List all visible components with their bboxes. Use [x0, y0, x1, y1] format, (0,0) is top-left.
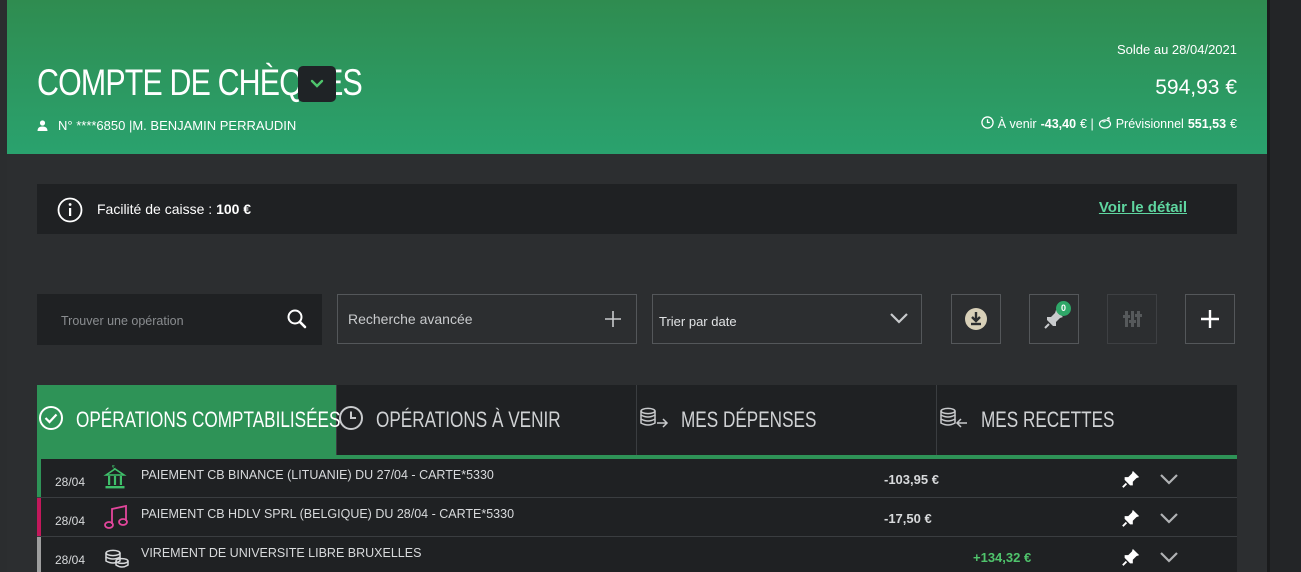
chevron-down-icon[interactable] [1159, 472, 1179, 490]
sort-select[interactable]: Trier par date [652, 294, 922, 344]
operation-date: 28/04 [55, 553, 86, 567]
overdraft-text: Facilité de caisse : 100 € [97, 201, 251, 217]
check-circle-icon [38, 405, 64, 436]
operation-date: 28/04 [55, 514, 86, 528]
operation-amount: -103,95 € [884, 472, 939, 487]
tab-label: OPÉRATIONS À VENIR [375, 407, 561, 432]
clock-icon [980, 116, 994, 132]
account-number: N° ****6850 |M. BENJAMIN PERRAUDIN [58, 118, 297, 133]
overdraft-value: 100 € [216, 201, 252, 217]
tab-mes-recettes[interactable]: MES RECETTES [937, 385, 1237, 455]
filters-button[interactable] [1107, 294, 1157, 344]
pin-icon[interactable] [1121, 547, 1141, 572]
scrollbar[interactable] [1267, 0, 1301, 572]
coins-icon [103, 543, 131, 572]
category-edge [37, 498, 41, 536]
previsionnel-currency: € [1230, 117, 1237, 131]
operation-label: PAIEMENT CB BINANCE (LITUANIE) DU 27/04 … [141, 468, 494, 482]
clock-icon [338, 405, 364, 436]
balance-amount: 594,93 € [1155, 76, 1237, 99]
see-detail-link[interactable]: Voir le détail [1099, 199, 1187, 216]
category-edge [37, 459, 41, 497]
a-venir-value: -43,40 [1040, 117, 1077, 131]
operations-tabs: OPÉRATIONS COMPTABILISÉES OPÉRATIONS À V… [37, 385, 1237, 459]
search-placeholder: Trouver une opération [61, 314, 184, 328]
operation-amount: +134,32 € [973, 550, 1032, 565]
category-edge [37, 537, 41, 572]
tab-operations-a-venir[interactable]: OPÉRATIONS À VENIR [337, 385, 637, 455]
sliders-icon [1123, 311, 1142, 327]
pin-count-badge: 0 [1056, 301, 1071, 316]
add-operation-button[interactable] [1185, 294, 1235, 344]
svg-text:€: € [112, 465, 116, 471]
chevron-down-icon [889, 311, 909, 330]
balance-forecast: À venir -43,40 € | Prévisionnel 551,53 € [980, 115, 1237, 132]
operation-amount: -17,50 € [884, 511, 932, 526]
operation-label: PAIEMENT CB HDLV SPRL (BELGIQUE) DU 28/0… [141, 507, 515, 521]
operation-row[interactable]: 28/04 € PAIEMENT CB BINANCE (LITUANIE) D… [37, 459, 1237, 498]
coins-in-icon [937, 405, 969, 436]
operations-list: 28/04 € PAIEMENT CB BINANCE (LITUANIE) D… [37, 459, 1237, 572]
pin-icon[interactable] [1121, 508, 1141, 533]
a-venir-label: À venir [997, 117, 1037, 131]
info-icon [57, 197, 83, 228]
chevron-down-icon[interactable] [1159, 550, 1179, 568]
previsionnel-value: 551,53 [1187, 117, 1227, 131]
plus-icon [1201, 310, 1219, 328]
tab-mes-depenses[interactable]: MES DÉPENSES [637, 385, 937, 455]
chevron-down-icon[interactable] [1159, 511, 1179, 529]
account-header: COMPTE DE CHÈQUES N° ****6850 |M. BENJAM… [7, 0, 1267, 154]
balance-date: Solde au 28/04/2021 [1117, 42, 1237, 57]
tab-label: OPÉRATIONS COMPTABILISÉES [75, 407, 340, 432]
music-note-icon [103, 504, 129, 537]
tab-label: MES DÉPENSES [681, 407, 817, 432]
operation-label: VIREMENT DE UNIVERSITE LIBRE BRUXELLES [141, 546, 422, 560]
operation-date: 28/04 [55, 475, 86, 489]
previsionnel-label: Prévisionnel [1115, 117, 1184, 131]
tab-operations-comptabilisees[interactable]: OPÉRATIONS COMPTABILISÉES [37, 385, 340, 455]
a-venir-separator: € | [1080, 117, 1094, 131]
search-input[interactable]: Trouver une opération [37, 294, 322, 345]
operation-row[interactable]: 28/04 VIREMENT DE UNIVERSITE LIBRE BRUXE… [37, 537, 1237, 572]
search-icon[interactable] [286, 308, 308, 335]
advanced-search-label: Recherche avancée [348, 311, 473, 327]
plus-icon [604, 310, 622, 333]
sort-select-value: Trier par date [659, 314, 737, 329]
download-icon [965, 308, 987, 330]
chevron-down-icon [310, 79, 324, 88]
overdraft-label: Facilité de caisse : [97, 201, 213, 217]
bank-icon: € [103, 464, 127, 496]
coins-out-icon [637, 405, 669, 436]
overdraft-banner: Facilité de caisse : 100 € Voir le détai… [37, 184, 1237, 234]
pin-icon[interactable] [1121, 469, 1141, 494]
piggy-bank-icon [1098, 115, 1112, 132]
pinned-operations-button[interactable]: 0 [1029, 294, 1079, 344]
person-icon [37, 120, 48, 131]
page: COMPTE DE CHÈQUES N° ****6850 |M. BENJAM… [7, 0, 1267, 572]
advanced-search-button[interactable]: Recherche avancée [337, 294, 637, 344]
tab-label: MES RECETTES [981, 407, 1115, 432]
download-button[interactable] [951, 294, 1001, 344]
account-owner: N° ****6850 |M. BENJAMIN PERRAUDIN [37, 118, 296, 133]
operation-row[interactable]: 28/04 PAIEMENT CB HDLV SPRL (BELGIQUE) D… [37, 498, 1237, 537]
account-switch-button[interactable] [298, 66, 336, 102]
